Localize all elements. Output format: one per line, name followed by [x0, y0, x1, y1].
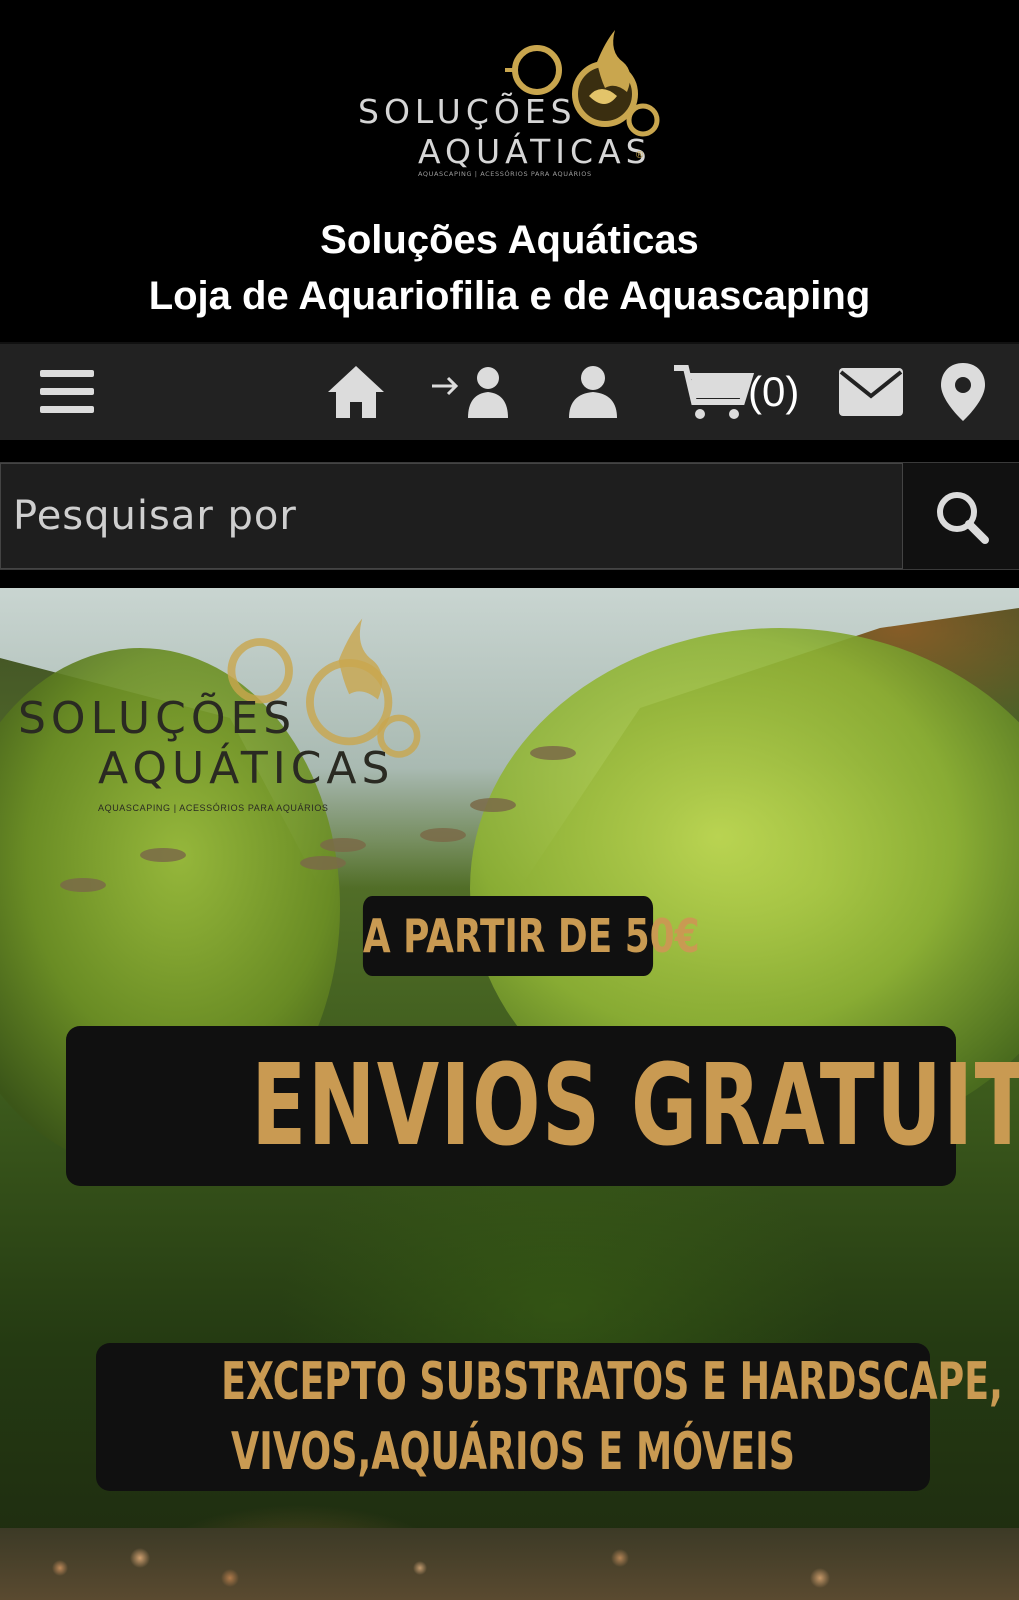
promo-headline-text: ENVIOS GRATUITOS* — [251, 1041, 1019, 1171]
promo-banner[interactable]: SOLUÇÕES AQUÁTICAS AQUASCAPING | ACESSÓR… — [0, 588, 1019, 1600]
logo-text-line1: SOLUÇÕES — [358, 92, 577, 131]
site-title: Soluções Aquáticas — [320, 218, 699, 262]
login-icon[interactable] — [430, 364, 520, 420]
menu-icon[interactable] — [38, 364, 96, 420]
site-header: SOLUÇÕES AQUÁTICAS ® AQUASCAPING | ACESS… — [0, 0, 1019, 338]
banner-logo-line2: AQUÁTICAS — [98, 743, 395, 794]
cart-count[interactable]: (0) — [748, 366, 799, 418]
nav-bar: (0) — [0, 342, 1019, 440]
fish-decoration — [300, 856, 346, 870]
banner-logo: SOLUÇÕES AQUÁTICAS AQUASCAPING | ACESSÓR… — [18, 608, 421, 813]
banner-logo-line1: SOLUÇÕES — [18, 693, 297, 744]
cart-icon[interactable] — [672, 364, 754, 420]
promo-note-line1: EXCEPTO SUBSTRATOS E HARDSCAPE, — [221, 1352, 1003, 1412]
search-icon — [937, 492, 989, 544]
promo-note: EXCEPTO SUBSTRATOS E HARDSCAPE, VIVOS,AQ… — [96, 1343, 1003, 1491]
site-logo[interactable]: SOLUÇÕES AQUÁTICAS ® AQUASCAPING | ACESS… — [340, 22, 680, 192]
fish-decoration — [470, 798, 516, 812]
search-button[interactable] — [903, 463, 1019, 569]
fish-decoration — [140, 848, 186, 862]
banner-logo-tagline: AQUASCAPING | ACESSÓRIOS PARA AQUÁRIOS — [98, 803, 329, 813]
promo-headline: ENVIOS GRATUITOS* — [66, 1026, 1019, 1186]
home-icon[interactable] — [326, 364, 386, 420]
banner-gravel — [0, 1528, 1019, 1600]
location-pin-icon[interactable] — [935, 363, 991, 421]
promo-note-line2: VIVOS,AQUÁRIOS E MÓVEIS — [231, 1422, 795, 1482]
fish-decoration — [60, 878, 106, 892]
fish-decoration — [420, 828, 466, 842]
registered-mark-icon: ® — [636, 150, 644, 161]
search-input[interactable] — [0, 463, 903, 569]
search-bar — [0, 462, 1019, 570]
site-subtitle: Loja de Aquariofilia e de Aquascaping — [148, 274, 871, 318]
fish-decoration — [530, 746, 576, 760]
mail-icon[interactable] — [836, 364, 906, 420]
account-icon[interactable] — [560, 364, 626, 420]
logo-text-line2: AQUÁTICAS — [418, 132, 652, 171]
promo-threshold: A PARTIR DE 50€ — [362, 896, 700, 976]
logo-tagline: AQUASCAPING | ACESSÓRIOS PARA AQUÁRIOS — [418, 170, 592, 178]
fish-decoration — [320, 838, 366, 852]
